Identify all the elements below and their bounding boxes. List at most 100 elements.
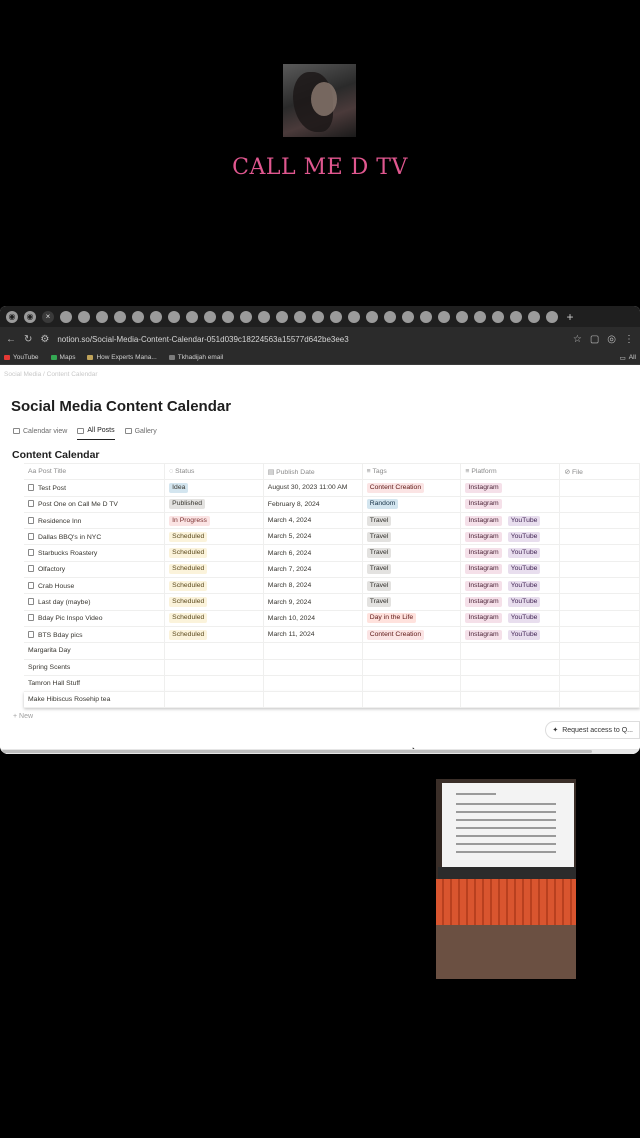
tags-cell[interactable] bbox=[362, 642, 462, 660]
post-title-cell[interactable]: Tamron Hall Stuff bbox=[24, 675, 166, 693]
tab[interactable] bbox=[60, 310, 72, 323]
tab[interactable] bbox=[474, 310, 486, 323]
tags-cell[interactable]: Travel bbox=[362, 561, 462, 579]
tab[interactable] bbox=[96, 310, 108, 323]
platform-cell[interactable]: Instagram YouTube bbox=[460, 528, 561, 546]
close-tab-icon[interactable]: × bbox=[42, 310, 54, 323]
file-cell[interactable] bbox=[559, 610, 640, 627]
file-cell[interactable] bbox=[559, 626, 640, 644]
tab[interactable] bbox=[312, 310, 324, 323]
file-cell[interactable] bbox=[559, 528, 640, 546]
tab[interactable] bbox=[186, 310, 198, 323]
tab[interactable] bbox=[258, 310, 270, 323]
file-cell[interactable] bbox=[559, 659, 640, 676]
tab[interactable] bbox=[366, 310, 378, 323]
file-cell[interactable] bbox=[559, 691, 640, 709]
publish-date-cell[interactable]: March 10, 2024 bbox=[263, 610, 363, 627]
platform-cell[interactable]: Instagram bbox=[460, 496, 561, 513]
status-cell[interactable] bbox=[164, 675, 264, 693]
database-title[interactable]: Content Calendar bbox=[12, 449, 100, 461]
publish-date-cell[interactable]: March 7, 2024 bbox=[263, 561, 363, 579]
status-cell[interactable] bbox=[164, 691, 264, 709]
publish-date-cell[interactable] bbox=[263, 675, 363, 693]
file-cell[interactable] bbox=[559, 561, 640, 579]
post-title-cell[interactable]: Starbucks Roastery bbox=[24, 544, 166, 562]
tab[interactable] bbox=[114, 310, 126, 323]
url-field[interactable]: notion.so/Social-Media-Content-Calendar-… bbox=[57, 335, 564, 344]
platform-cell[interactable] bbox=[460, 642, 561, 660]
publish-date-cell[interactable]: August 30, 2023 11:00 AM bbox=[263, 479, 363, 497]
post-title-cell[interactable]: Olfactory bbox=[24, 561, 166, 579]
tags-cell[interactable]: Day in the Life bbox=[362, 610, 462, 627]
table-row[interactable]: Starbucks Roastery Scheduled March 6, 2024… bbox=[24, 544, 640, 562]
tags-cell[interactable]: Travel bbox=[362, 528, 462, 546]
bookmark-youtube[interactable]: YouTube bbox=[4, 354, 39, 361]
new-row-button[interactable]: + New bbox=[13, 713, 33, 720]
tab[interactable] bbox=[150, 310, 162, 323]
tags-cell[interactable]: Travel bbox=[362, 544, 462, 562]
tags-cell[interactable] bbox=[362, 691, 462, 709]
publish-date-cell[interactable]: March 4, 2024 bbox=[263, 512, 363, 530]
status-cell[interactable]: Scheduled bbox=[164, 528, 264, 546]
tab[interactable]: ◉ bbox=[6, 310, 18, 323]
tags-cell[interactable]: Content Creation bbox=[362, 626, 462, 644]
platform-cell[interactable]: Instagram YouTube bbox=[460, 577, 561, 595]
status-cell[interactable]: Idea bbox=[164, 479, 264, 497]
request-access-button[interactable]: ✦ Request access to Q... bbox=[545, 721, 640, 739]
bookmark-star-icon[interactable]: ☆ bbox=[573, 334, 582, 345]
platform-cell[interactable] bbox=[460, 691, 561, 709]
tab[interactable] bbox=[384, 310, 396, 323]
publish-date-cell[interactable] bbox=[263, 659, 363, 676]
table-row[interactable]: Post One on Call Me D TV Published Februar… bbox=[24, 496, 640, 513]
bookmark-how-experts[interactable]: How Experts Mana... bbox=[87, 354, 157, 361]
publish-date-cell[interactable]: March 6, 2024 bbox=[263, 544, 363, 562]
extensions-icon[interactable]: ▢ bbox=[590, 334, 599, 345]
scrollbar-thumb[interactable] bbox=[2, 750, 592, 753]
table-row[interactable]: Residence Inn In Progress March 4, 2024 Tra… bbox=[24, 512, 640, 530]
site-info-icon[interactable]: ⚙ bbox=[40, 334, 49, 345]
post-title-cell[interactable]: Make Hibiscus Rosehip tea bbox=[24, 691, 166, 709]
column-header-file[interactable]: ⊘ File bbox=[559, 462, 640, 481]
status-cell[interactable]: Scheduled bbox=[164, 544, 264, 562]
publish-date-cell[interactable]: March 8, 2024 bbox=[263, 577, 363, 595]
table-row[interactable]: Margarita Day bbox=[24, 642, 640, 660]
post-title-cell[interactable]: Bday Pic Inspo Video bbox=[24, 610, 166, 627]
platform-cell[interactable]: Instagram YouTube bbox=[460, 544, 561, 562]
horizontal-scrollbar[interactable] bbox=[0, 749, 640, 754]
tab[interactable] bbox=[330, 310, 342, 323]
profile-icon[interactable]: ◎ bbox=[607, 334, 616, 345]
platform-cell[interactable]: Instagram YouTube bbox=[460, 626, 561, 644]
tab[interactable] bbox=[222, 310, 234, 323]
platform-cell[interactable]: Instagram YouTube bbox=[460, 593, 561, 611]
tab[interactable] bbox=[528, 310, 540, 323]
back-icon[interactable]: ← bbox=[6, 334, 16, 345]
status-cell[interactable]: Published bbox=[164, 496, 264, 513]
table-row[interactable]: Crab House Scheduled March 8, 2024 Travel In… bbox=[24, 577, 640, 595]
bookmark-email[interactable]: Tkhadijah email bbox=[168, 354, 223, 361]
file-cell[interactable] bbox=[559, 479, 640, 497]
reload-icon[interactable]: ↻ bbox=[24, 334, 32, 345]
file-cell[interactable] bbox=[559, 512, 640, 530]
tab-gallery[interactable]: Gallery bbox=[124, 427, 157, 440]
status-cell[interactable]: Scheduled bbox=[164, 626, 264, 644]
file-cell[interactable] bbox=[559, 544, 640, 562]
status-cell[interactable]: Scheduled bbox=[164, 577, 264, 595]
column-header-platform[interactable]: ≡ Platform bbox=[460, 462, 561, 481]
file-cell[interactable] bbox=[559, 496, 640, 513]
publish-date-cell[interactable]: February 8, 2024 bbox=[263, 496, 363, 513]
post-title-cell[interactable]: Dallas BBQ's in NYC bbox=[24, 528, 166, 546]
status-cell[interactable]: Scheduled bbox=[164, 561, 264, 579]
column-header-title[interactable]: Aa Post Title bbox=[24, 462, 166, 481]
post-title-cell[interactable]: BTS Bday pics bbox=[24, 626, 166, 644]
tab[interactable] bbox=[204, 310, 216, 323]
column-header-status[interactable]: ◌ Status bbox=[164, 462, 264, 481]
breadcrumb[interactable]: Social Media / Content Calendar bbox=[4, 371, 98, 378]
table-row[interactable]: Last day (maybe) Scheduled March 9, 2024 Tr… bbox=[24, 593, 640, 611]
post-title-cell[interactable]: Test Post bbox=[24, 479, 166, 497]
tab[interactable]: ◉ bbox=[24, 310, 36, 323]
bookmark-maps[interactable]: Maps bbox=[50, 354, 75, 361]
tab[interactable] bbox=[438, 310, 450, 323]
file-cell[interactable] bbox=[559, 642, 640, 660]
publish-date-cell[interactable] bbox=[263, 642, 363, 660]
platform-cell[interactable]: Instagram YouTube bbox=[460, 610, 561, 627]
